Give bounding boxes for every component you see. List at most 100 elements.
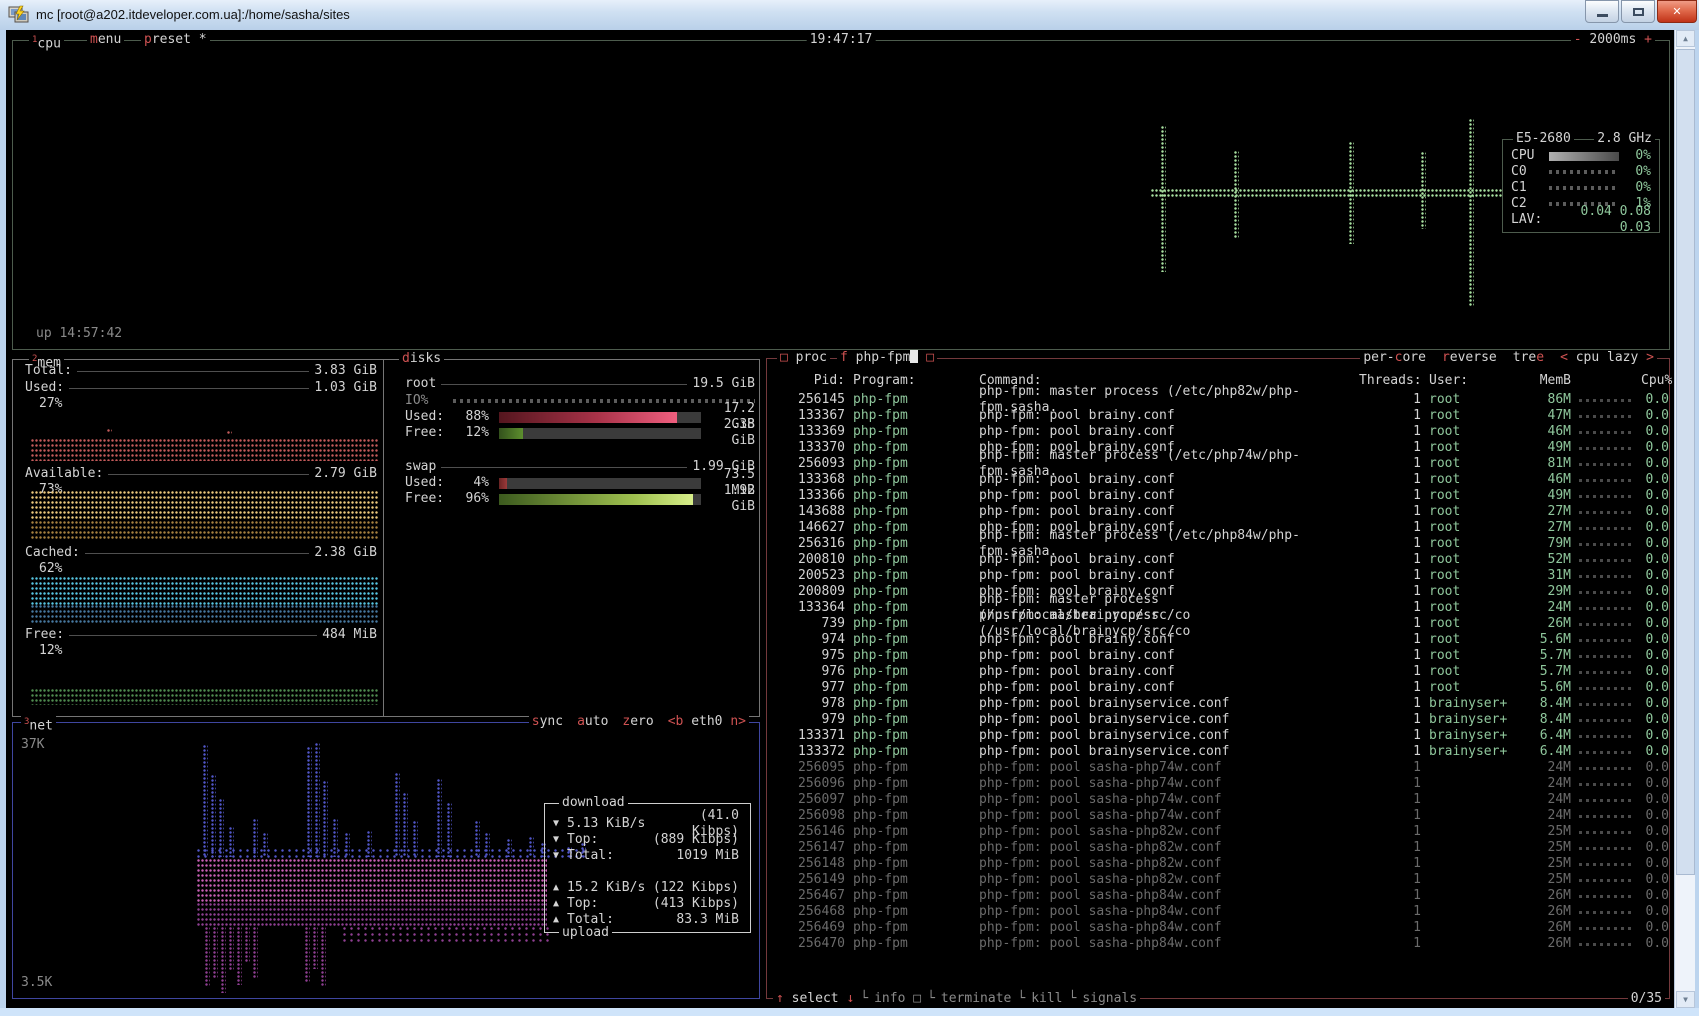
process-row[interactable]: 133372 php-fpm php-fpm: pool brainyservi… [779, 744, 1669, 760]
process-row[interactable]: 978 php-fpm php-fpm: pool brainyservice.… [779, 696, 1669, 712]
cpu-usage-meter [1579, 399, 1633, 402]
mem-used-graph [31, 439, 379, 461]
process-row[interactable]: 256093 php-fpm php-fpm: master process (… [779, 456, 1669, 472]
proc-count: 0/35 [1628, 991, 1665, 1007]
window-border-right [1695, 30, 1699, 1008]
maximize-button[interactable] [1621, 0, 1655, 23]
proc-filter[interactable]: f php-fpm □ [837, 350, 937, 366]
upload-stat-row: ▲15.2 KiB/s(122 Kibps) [553, 880, 739, 896]
upload-stat-row: ▲Top:(413 Kibps) [553, 896, 739, 912]
process-row[interactable]: 739 php-fpm php-fpm: master process (/us… [779, 616, 1669, 632]
process-row[interactable]: 256098 php-fpm php-fpm: pool sasha-php74… [779, 808, 1669, 824]
cpu-usage-meter [1579, 703, 1633, 706]
process-row[interactable]: 256146 php-fpm php-fpm: pool sasha-php82… [779, 824, 1669, 840]
process-row[interactable]: 256149 php-fpm php-fpm: pool sasha-php82… [779, 872, 1669, 888]
cpu-usage-meter [1579, 895, 1633, 898]
scrollbar[interactable]: ▲ ▼ [1674, 30, 1696, 1008]
proc-col-User[interactable]: User: [1429, 373, 1515, 389]
cpu-usage-meter [1579, 751, 1633, 754]
process-row[interactable]: 256096 php-fpm php-fpm: pool sasha-php74… [779, 776, 1669, 792]
proc-col-MemB[interactable]: MemB [1523, 373, 1571, 389]
mem-cached-graph [31, 577, 379, 605]
net-scale-bottom: 3.5K [21, 975, 52, 991]
net-scale-top: 37K [21, 737, 44, 753]
process-row[interactable]: 133369 php-fpm php-fpm: pool brainy.conf… [779, 424, 1669, 440]
close-button[interactable]: ✕ [1657, 0, 1697, 23]
cpu-usage-meter [1579, 463, 1633, 466]
preset-button[interactable]: preset * [141, 32, 210, 48]
footer-action-info[interactable]: info □ [874, 991, 921, 1007]
process-row[interactable]: 256468 php-fpm php-fpm: pool sasha-php84… [779, 904, 1669, 920]
update-interval[interactable]: - 2000ms + [1571, 32, 1655, 48]
proc-toggle-tree[interactable]: tree [1513, 350, 1544, 365]
proc-col-Cpu[interactable]: Cpu% [1641, 373, 1669, 389]
cpu-usage-meter [1579, 719, 1633, 722]
disk-free-row: Free:12% 2.38 GiB [405, 425, 755, 441]
window-title: mc [root@a202.itdeveloper.com.ua]:/home/… [36, 7, 350, 23]
proc-toggle-per-core[interactable]: per-core [1363, 350, 1426, 365]
cpu-usage-meter [1579, 591, 1633, 594]
mem-free-graph [31, 689, 379, 705]
proc-col-Program[interactable]: Program: [853, 373, 971, 389]
net-toggle-zero[interactable]: zero [622, 714, 653, 729]
cpu-usage-meter [1579, 879, 1633, 882]
proc-col-Threads[interactable]: Threads: [1359, 373, 1421, 389]
proc-toggles: per-core reverse tree < cpu lazy > [1360, 350, 1657, 366]
process-row[interactable]: 974 php-fpm php-fpm: pool brainy.conf 1 … [779, 632, 1669, 648]
footer-separator: └ [860, 991, 868, 1007]
process-row[interactable]: 976 php-fpm php-fpm: pool brainy.conf 1 … [779, 664, 1669, 680]
proc-sort-selector[interactable]: < cpu lazy > [1560, 350, 1654, 365]
process-row[interactable]: 256148 php-fpm php-fpm: pool sasha-php82… [779, 856, 1669, 872]
titlebar[interactable]: mc [root@a202.itdeveloper.com.ua]:/home/… [0, 0, 1699, 31]
cpu-usage-meter [1579, 527, 1633, 530]
mem-available-graph [31, 521, 379, 541]
mem-entry-row: Available:2.79 GiB [25, 466, 377, 482]
cpu-usage-meter [1579, 927, 1633, 930]
net-toggle-sync[interactable]: sync [532, 714, 563, 729]
download-stat-row: ▼Total:1019 MiB [553, 848, 739, 864]
process-row[interactable]: 256469 php-fpm php-fpm: pool sasha-php84… [779, 920, 1669, 936]
net-toggle-auto[interactable]: auto [577, 714, 608, 729]
cpu-usage-meter [1579, 559, 1633, 562]
process-row[interactable]: 256097 php-fpm php-fpm: pool sasha-php74… [779, 792, 1669, 808]
proc-toggle-reverse[interactable]: reverse [1442, 350, 1497, 365]
process-row[interactable]: 256470 php-fpm php-fpm: pool sasha-php84… [779, 936, 1669, 952]
process-row[interactable]: 133371 php-fpm php-fpm: pool brainyservi… [779, 728, 1669, 744]
net-interface-switch[interactable]: <b eth0 n> [668, 714, 746, 729]
app-icon [8, 5, 30, 25]
process-row[interactable]: 133368 php-fpm php-fpm: pool brainy.conf… [779, 472, 1669, 488]
process-row[interactable]: 200523 php-fpm php-fpm: pool brainy.conf… [779, 568, 1669, 584]
footer-action-kill[interactable]: kill [1031, 991, 1062, 1007]
net-box-title: 3net [21, 714, 56, 734]
mem-used-graph [107, 429, 112, 434]
process-row[interactable]: 256316 php-fpm php-fpm: master process (… [779, 536, 1669, 552]
menu-button[interactable]: menu [87, 32, 124, 48]
scroll-down-button[interactable]: ▼ [1676, 991, 1695, 1008]
cpu-usage-meter [1579, 415, 1633, 418]
process-row[interactable]: 133367 php-fpm php-fpm: pool brainy.conf… [779, 408, 1669, 424]
process-row[interactable]: 143688 php-fpm php-fpm: pool brainy.conf… [779, 504, 1669, 520]
cpu-usage-meter [1579, 911, 1633, 914]
process-row[interactable]: 133366 php-fpm php-fpm: pool brainy.conf… [779, 488, 1669, 504]
process-row[interactable]: 200810 php-fpm php-fpm: pool brainy.conf… [779, 552, 1669, 568]
scrollbar-thumb[interactable] [1676, 49, 1695, 875]
process-row[interactable]: 256095 php-fpm php-fpm: pool sasha-php74… [779, 760, 1669, 776]
footer-action-signals[interactable]: signals [1082, 991, 1137, 1007]
process-row[interactable]: 256147 php-fpm php-fpm: pool sasha-php82… [779, 840, 1669, 856]
process-row[interactable]: 256467 php-fpm php-fpm: pool sasha-php84… [779, 888, 1669, 904]
process-row[interactable]: 975 php-fpm php-fpm: pool brainy.conf 1 … [779, 648, 1669, 664]
proc-col-Pid[interactable]: Pid: [779, 373, 845, 389]
cpu-usage-meter [1579, 783, 1633, 786]
scroll-up-button[interactable]: ▲ [1676, 30, 1695, 47]
footer-action-terminate[interactable]: terminate [941, 991, 1011, 1007]
process-row[interactable]: 977 php-fpm php-fpm: pool brainy.conf 1 … [779, 680, 1669, 696]
cpu-usage-meter [1579, 655, 1633, 658]
window-border-left [0, 30, 6, 1008]
select-control[interactable]: ↑ select ↓ [776, 991, 854, 1007]
minimize-button[interactable] [1585, 0, 1619, 23]
cpu-usage-meter [1579, 495, 1633, 498]
process-row[interactable]: 256145 php-fpm php-fpm: master process (… [779, 392, 1669, 408]
putty-window: mc [root@a202.itdeveloper.com.ua]:/home/… [0, 0, 1699, 1016]
cpu-usage-meter [1579, 623, 1633, 626]
process-row[interactable]: 979 php-fpm php-fpm: pool brainyservice.… [779, 712, 1669, 728]
